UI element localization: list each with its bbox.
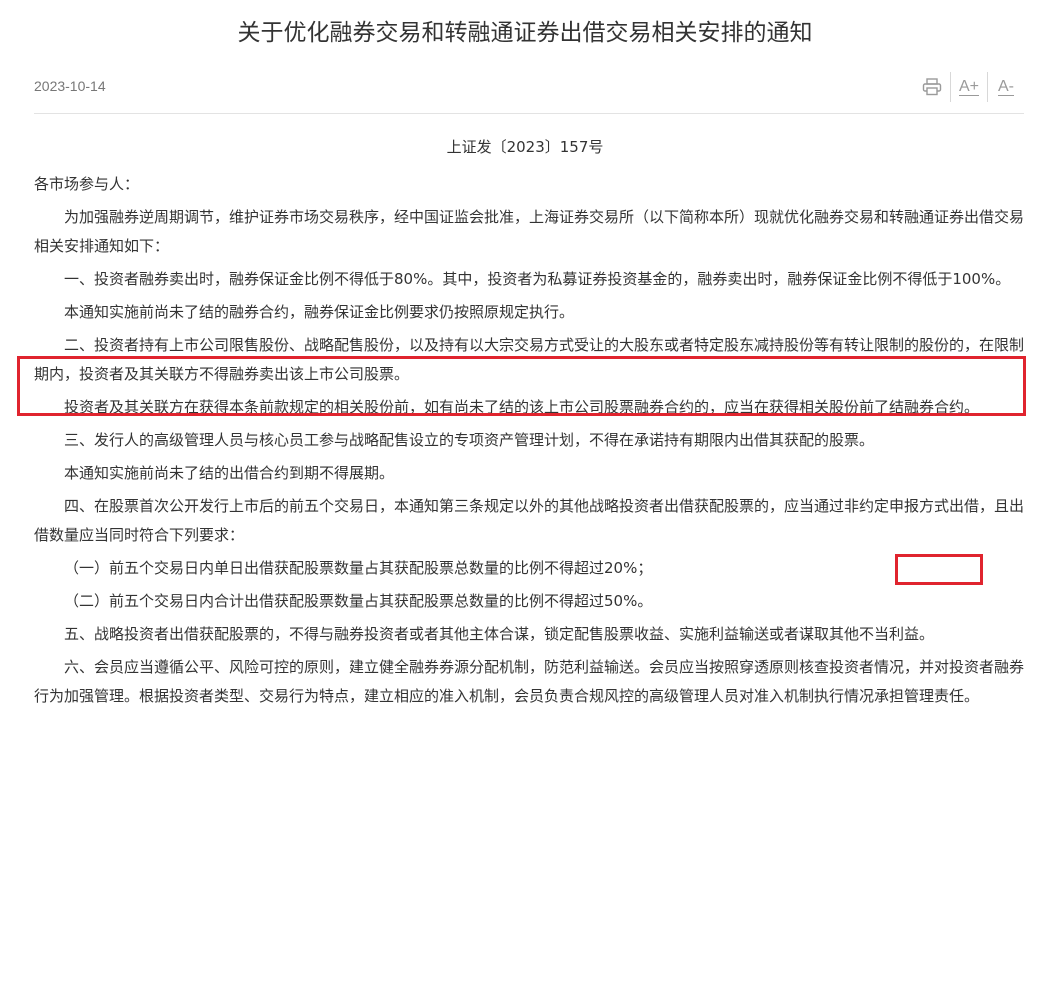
article-2-highlight-box bbox=[17, 356, 1026, 416]
page-title: 关于优化融券交易和转融通证券出借交易相关安排的通知 bbox=[237, 20, 813, 46]
publish-date: 2023-10-14 bbox=[34, 78, 106, 94]
document-number: 上证发〔2023〕157号 bbox=[446, 138, 604, 156]
document-body: 各市场参与人： 为加强融券逆周期调节，维护证券市场交易秩序，经中国证监会批准，上… bbox=[34, 170, 1027, 715]
non-agreed-declaration-highlight-box bbox=[895, 554, 983, 585]
paragraph-article-4-item-1: （一）前五个交易日内单日出借获配股票数量占其获配股票总数量的比例不得超过20%； bbox=[64, 559, 653, 577]
paragraph-article-6: 六、会员应当遵循公平、风险可控的原则，建立健全融券券源分配机制，防范利益输送。会… bbox=[34, 658, 1025, 705]
paragraph-intro: 为加强融券逆周期调节，维护证券市场交易秩序，经中国证监会批准，上海证券交易所（以… bbox=[34, 208, 1025, 255]
header-divider bbox=[34, 113, 1024, 114]
paragraph-article-1: 一、投资者融券卖出时，融券保证金比例不得低于80%。其中，投资者为私募证券投资基… bbox=[64, 270, 1011, 288]
paragraph-article-3: 三、发行人的高级管理人员与核心员工参与战略配售设立的专项资产管理计划，不得在承诺… bbox=[64, 431, 875, 449]
paragraph-article-4: 四、在股票首次公开发行上市后的前五个交易日，本通知第三条规定以外的其他战略投资者… bbox=[34, 497, 1025, 544]
paragraph-article-4-item-2: （二）前五个交易日内合计出借获配股票数量占其获配股票总数量的比例不得超过50%。 bbox=[64, 592, 653, 610]
paragraph-article-5: 五、战略投资者出借获配股票的，不得与融券投资者或者其他主体合谋，锁定配售股票收益… bbox=[64, 625, 935, 643]
font-increase-button[interactable]: A+ bbox=[950, 72, 987, 102]
font-decrease-button[interactable]: A- bbox=[987, 72, 1024, 102]
font-decrease-label: A- bbox=[998, 77, 1014, 96]
paragraph-article-1-note: 本通知实施前尚未了结的融券合约，融券保证金比例要求仍按照原规定执行。 bbox=[64, 303, 575, 321]
font-increase-label: A+ bbox=[958, 77, 979, 96]
paragraph-article-3-note: 本通知实施前尚未了结的出借合约到期不得展期。 bbox=[64, 464, 395, 482]
print-button[interactable] bbox=[914, 72, 950, 102]
toolbar: A+ A- bbox=[914, 72, 1024, 102]
print-icon bbox=[922, 78, 942, 96]
addressee: 各市场参与人： bbox=[34, 175, 140, 193]
